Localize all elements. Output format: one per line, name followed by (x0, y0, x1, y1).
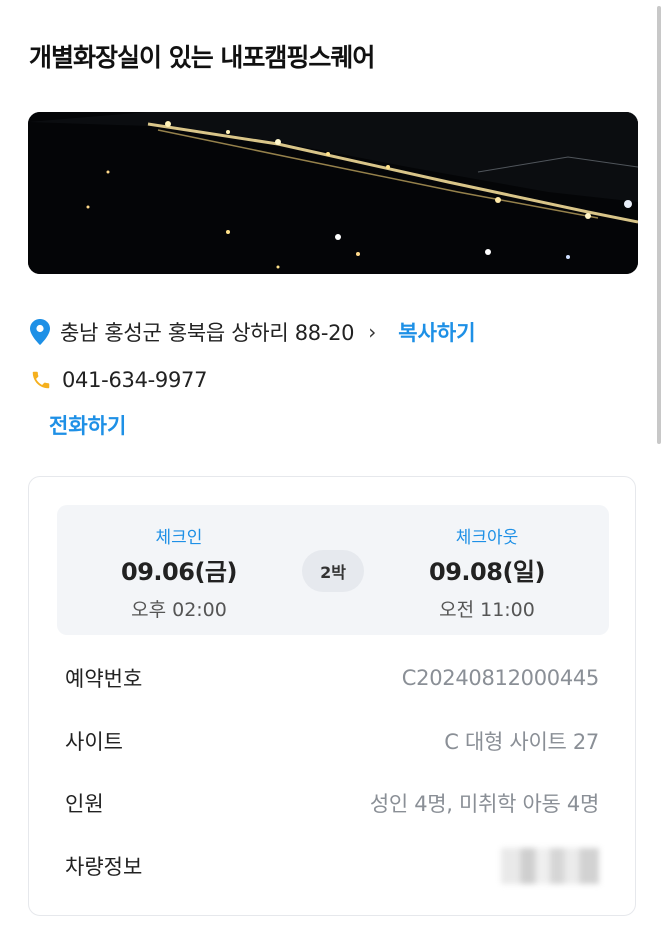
call-button[interactable]: 전화하기 (49, 410, 126, 440)
site-row: 사이트 C 대형 사이트 27 (65, 726, 599, 756)
chevron-right-icon[interactable]: › (368, 320, 376, 344)
location-pin-icon (30, 319, 50, 345)
site-value: C 대형 사이트 27 (444, 730, 599, 754)
checkout-time: 오전 11:00 (439, 599, 535, 621)
stay-period: 체크인 09.06(금) 오후 02:00 2박 체크아웃 09.08(일) 오… (57, 505, 609, 635)
guests-row: 인원 성인 4명, 미취학 아동 4명 (65, 788, 599, 818)
phone-number[interactable]: 041-634-9977 (62, 368, 207, 392)
reservation-card: 체크인 09.06(금) 오후 02:00 2박 체크아웃 09.08(일) 오… (28, 476, 636, 916)
campsite-photo (28, 112, 638, 274)
reservation-number-label: 예약번호 (65, 667, 143, 691)
nights-badge: 2박 (302, 550, 364, 592)
reservation-number-value: C20240812000445 (401, 666, 600, 690)
phone-row: 041-634-9977 (30, 368, 207, 392)
scrollbar[interactable] (657, 6, 661, 444)
checkout-date: 09.08(일) (429, 558, 545, 586)
vehicle-value-redacted (501, 848, 599, 884)
checkin-time: 오후 02:00 (131, 599, 227, 621)
reservation-number-row: 예약번호 C20240812000445 (65, 663, 599, 693)
copy-address-button[interactable]: 복사하기 (398, 317, 475, 347)
checkout-label: 체크아웃 (455, 528, 519, 548)
checkin-date: 09.06(금) (121, 558, 237, 586)
address-row: 충남 홍성군 홍북읍 상하리 88-20 › 복사하기 (30, 317, 476, 347)
vehicle-row: 차량정보 (65, 848, 599, 884)
guests-value: 성인 4명, 미취학 아동 4명 (369, 792, 599, 816)
checkin-block: 체크인 09.06(금) 오후 02:00 (79, 523, 279, 622)
vehicle-label: 차량정보 (65, 855, 143, 879)
site-label: 사이트 (65, 730, 123, 754)
checkout-block: 체크아웃 09.08(일) 오전 11:00 (387, 523, 587, 622)
address-text[interactable]: 충남 홍성군 홍북읍 상하리 88-20 (60, 317, 355, 347)
checkin-label: 체크인 (155, 528, 203, 548)
page-title: 개별화장실이 있는 내포캠핑스퀘어 (29, 43, 375, 72)
guests-label: 인원 (65, 792, 104, 816)
phone-icon (32, 371, 50, 389)
